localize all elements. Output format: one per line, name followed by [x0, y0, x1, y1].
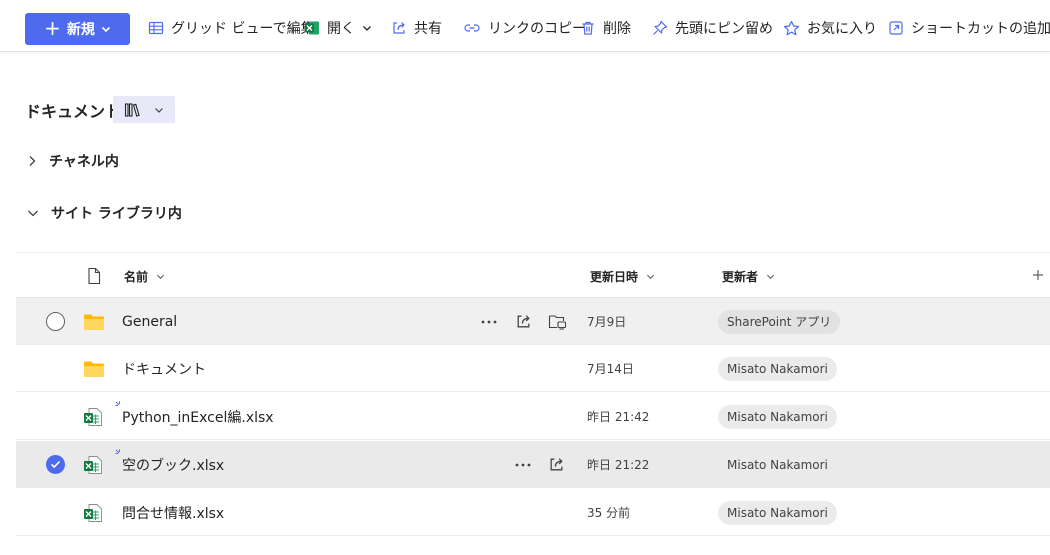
excel-icon	[84, 407, 102, 426]
file-type-icon[interactable]	[86, 267, 102, 285]
excel-icon	[84, 503, 102, 522]
column-name-label: 名前	[124, 270, 149, 284]
share-button[interactable]: 共有	[391, 14, 442, 42]
row-selected-checkbox[interactable]	[46, 455, 65, 474]
open-button[interactable]: 開く	[304, 14, 372, 42]
open-label: 開く	[327, 21, 355, 37]
item-name[interactable]: 問合せ情報.xlsx	[122, 489, 224, 536]
column-modified-by-label: 更新者	[722, 270, 759, 284]
item-modified: 7月14日	[587, 362, 634, 376]
item-modified-by[interactable]: Misato Nakamori	[718, 404, 837, 429]
item-modified: 昨日 21:22	[587, 458, 650, 472]
chevron-down-icon	[363, 26, 371, 31]
new-button[interactable]: + 新規	[25, 13, 130, 45]
row-select-checkbox[interactable]	[46, 312, 65, 331]
edit-grid-view-label: グリッド ビューで編集	[171, 21, 315, 37]
checkmark-icon	[50, 460, 61, 469]
share-icon	[550, 458, 563, 471]
group-channels[interactable]: チャネル内	[27, 151, 119, 171]
add-column-icon[interactable]	[1032, 269, 1044, 281]
share-icon	[517, 315, 530, 328]
channel-folder-icon	[548, 315, 567, 330]
favorite-button[interactable]: お気に入り	[783, 14, 877, 42]
list-item[interactable]: 空のブック.xlsx 昨日 21:22 Misato Nakamori	[16, 441, 1050, 488]
pin-icon	[653, 20, 668, 35]
column-header-name[interactable]: 名前	[124, 268, 165, 285]
more-icon	[481, 320, 497, 323]
list-item[interactable]: General 7月9日 SharePoint アプリ	[16, 298, 1050, 345]
chevron-down-icon	[156, 274, 165, 280]
item-name[interactable]: General	[122, 298, 177, 345]
copy-link-button[interactable]: リンクのコピー	[463, 14, 586, 42]
command-bar: + 新規 グリッド ビューで編集 開く 共有 リンクのコピー 削除 先頭にピン留…	[0, 0, 1050, 52]
shortcut-icon	[889, 21, 903, 35]
teams-channel-button[interactable]	[548, 298, 567, 345]
group-site-library[interactable]: サイト ライブラリ内	[27, 203, 182, 223]
chevron-down-icon	[646, 274, 655, 280]
group-channels-label: チャネル内	[49, 154, 119, 170]
folder-icon	[84, 314, 104, 330]
item-modified: 7月9日	[587, 315, 627, 329]
excel-icon	[84, 455, 102, 474]
star-icon	[783, 20, 800, 35]
list-item[interactable]: Python_inExcel編.xlsx 昨日 21:42 Misato Nak…	[16, 393, 1050, 440]
item-modified-by[interactable]: Misato Nakamori	[718, 453, 837, 477]
grid-icon	[148, 21, 164, 35]
folder-icon	[84, 361, 104, 377]
favorite-label: お気に入り	[807, 21, 877, 37]
group-site-library-label: サイト ライブラリ内	[51, 206, 182, 222]
chevron-down-icon	[155, 107, 163, 113]
share-row-button[interactable]	[548, 441, 565, 488]
chevron-down-icon	[766, 274, 775, 280]
list-item[interactable]: ドキュメント 7月14日 Misato Nakamori	[16, 345, 1050, 392]
excel-icon	[305, 21, 319, 35]
chevron-down-icon	[28, 210, 38, 217]
item-name[interactable]: 空のブック.xlsx	[122, 441, 224, 488]
pin-to-top-button[interactable]: 先頭にピン留め	[652, 14, 773, 42]
more-icon	[515, 463, 531, 466]
column-modified-label: 更新日時	[590, 270, 639, 284]
list-header: 名前 更新日時 更新者	[16, 252, 1050, 298]
column-header-modified-by[interactable]: 更新者	[722, 268, 775, 285]
item-modified: 昨日 21:42	[587, 410, 650, 424]
item-modified-by[interactable]: Misato Nakamori	[718, 500, 837, 525]
more-actions-button[interactable]	[481, 298, 497, 345]
list-item[interactable]: 問合せ情報.xlsx 35 分前 Misato Nakamori	[16, 489, 1050, 536]
add-shortcut-button[interactable]: ショートカットの追加	[888, 14, 1050, 42]
trash-icon	[582, 21, 594, 35]
share-row-button[interactable]	[515, 298, 532, 345]
item-name[interactable]: Python_inExcel編.xlsx	[122, 393, 274, 440]
edit-grid-view-button[interactable]: グリッド ビューで編集	[148, 14, 315, 42]
copy-link-label: リンクのコピー	[488, 21, 586, 37]
share-icon	[393, 22, 405, 34]
item-modified-by[interactable]: SharePoint アプリ	[718, 309, 841, 334]
column-header-modified[interactable]: 更新日時	[590, 268, 655, 285]
view-selector[interactable]	[113, 96, 175, 123]
share-label: 共有	[414, 21, 442, 37]
item-modified-by[interactable]: Misato Nakamori	[718, 356, 837, 381]
item-modified: 35 分前	[587, 506, 631, 520]
pin-to-top-label: 先頭にピン留め	[675, 21, 773, 37]
add-shortcut-label: ショートカットの追加	[911, 21, 1050, 37]
chevron-right-icon	[29, 156, 36, 166]
chevron-down-icon	[101, 26, 110, 33]
item-name[interactable]: ドキュメント	[122, 345, 206, 392]
library-view-icon	[124, 102, 140, 117]
more-actions-button[interactable]	[515, 441, 531, 488]
new-button-label: 新規	[66, 22, 95, 38]
plus-icon: +	[44, 16, 61, 40]
library-title: ドキュメント	[25, 102, 122, 121]
delete-label: 削除	[603, 21, 631, 37]
link-icon	[464, 24, 480, 32]
delete-button[interactable]: 削除	[580, 14, 631, 42]
